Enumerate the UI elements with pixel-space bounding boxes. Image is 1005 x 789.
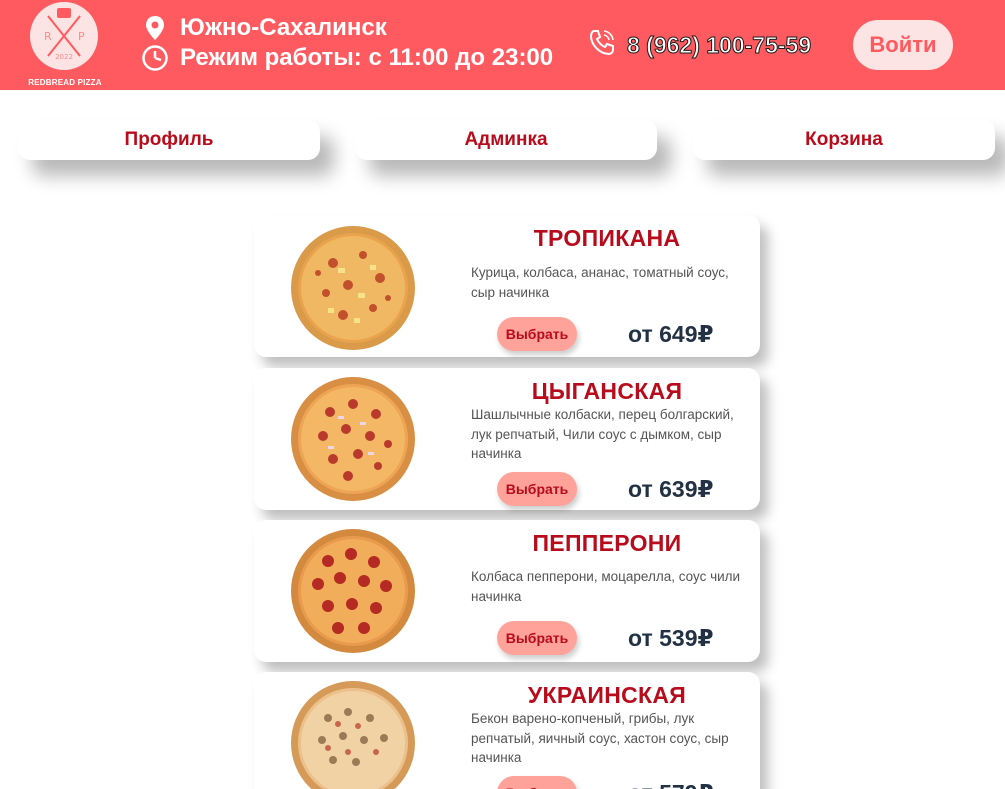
pizza-image bbox=[291, 529, 415, 653]
working-hours: Режим работы: с 11:00 до 23:00 bbox=[180, 44, 554, 71]
site-header: R P 2022 REDBREAD PIZZA Южно-Сахалинск Р… bbox=[0, 0, 1005, 90]
login-button[interactable]: Войти bbox=[853, 20, 953, 70]
pizza-card: ЦЫГАНСКАЯ Шашлычные колбаски, перец болг… bbox=[254, 368, 760, 510]
phone-contact[interactable]: 8 (962) 100-75-59 bbox=[587, 28, 812, 63]
pizza-price: от 579₽ bbox=[628, 780, 714, 789]
select-pizza-button[interactable]: Выбрать bbox=[497, 472, 577, 506]
logo-emblem-icon: R P 2022 bbox=[32, 4, 96, 68]
logo-year: 2022 bbox=[55, 53, 73, 61]
hours-row: Режим работы: с 11:00 до 23:00 bbox=[142, 44, 553, 72]
nav-admin-button[interactable]: Админка bbox=[355, 120, 657, 160]
pizza-price: от 539₽ bbox=[628, 625, 714, 651]
pizza-card: ПЕППЕРОНИ Колбаса пепперони, моцарелла, … bbox=[254, 520, 760, 662]
pizza-description: Колбаса пепперони, моцарелла, соус чили … bbox=[471, 569, 741, 604]
pizza-price: от 639₽ bbox=[628, 476, 714, 502]
logo-letter-left: R bbox=[44, 30, 52, 43]
pizza-name: УКРАИНСКАЯ bbox=[527, 682, 687, 708]
logo-letter-right: P bbox=[78, 30, 85, 43]
nav-cart-button[interactable]: Корзина bbox=[693, 120, 995, 160]
select-pizza-button[interactable]: Выбрать bbox=[497, 776, 577, 789]
clock-icon bbox=[142, 45, 168, 71]
location-pin-icon bbox=[142, 15, 168, 41]
brand-logo[interactable]: R P 2022 bbox=[30, 2, 98, 70]
pizza-card: УКРАИНСКАЯ Бекон варено-копченый, грибы,… bbox=[254, 672, 760, 789]
nav-profile-button[interactable]: Профиль bbox=[18, 120, 320, 160]
pizza-name: ТРОПИКАНА bbox=[533, 225, 681, 251]
phone-icon bbox=[587, 28, 617, 63]
pizza-image bbox=[291, 681, 415, 789]
logo-caption: REDBREAD PIZZA bbox=[28, 78, 102, 87]
select-pizza-button[interactable]: Выбрать bbox=[497, 317, 577, 351]
select-pizza-button[interactable]: Выбрать bbox=[497, 621, 577, 655]
city-name: Южно-Сахалинск bbox=[180, 14, 387, 41]
pizza-name: ЦЫГАНСКАЯ bbox=[531, 378, 683, 404]
pizza-price: от 649₽ bbox=[628, 321, 714, 347]
pizza-image bbox=[291, 377, 415, 501]
pizza-name: ПЕППЕРОНИ bbox=[532, 530, 682, 556]
pizza-description: Шашлычные колбаски, перец болгарский, лу… bbox=[471, 407, 734, 461]
pizza-card: ТРОПИКАНА Курица, колбаса, ананас, томат… bbox=[254, 215, 760, 357]
city-row: Южно-Сахалинск bbox=[142, 14, 387, 42]
phone-number[interactable]: 8 (962) 100-75-59 bbox=[626, 32, 811, 59]
pizza-image bbox=[291, 226, 415, 350]
pizza-description: Курица, колбаса, ананас, томатный соус, … bbox=[471, 265, 729, 300]
pizza-description: Бекон варено-копченый, грибы, лук репчат… bbox=[471, 711, 729, 765]
